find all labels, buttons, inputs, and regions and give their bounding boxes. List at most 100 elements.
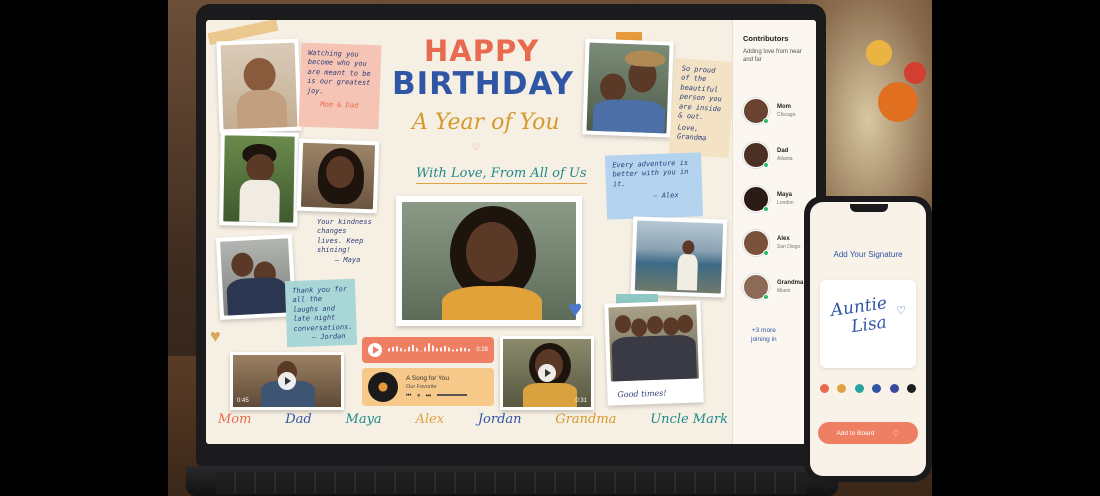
contributor-item[interactable]: Grandma Miami xyxy=(743,274,803,300)
note-signature: Mom & Dad xyxy=(320,100,359,110)
note-grandma[interactable]: So proud of the beautiful person you are… xyxy=(668,58,736,158)
color-swatch-blue[interactable] xyxy=(872,384,882,393)
contributor-location: San Diego xyxy=(777,244,801,250)
signature-pad[interactable]: Auntie Lisa ♡ xyxy=(820,280,916,368)
title-birthday: BIRTHDAY xyxy=(392,66,574,102)
avatar xyxy=(743,98,769,124)
song-player[interactable]: A Song for You Our Favorite ⏮ ⏸ ⏭ xyxy=(362,368,494,406)
song-subtitle: Our Favorite xyxy=(406,383,437,390)
contributors-subtitle: Adding love from near and far xyxy=(743,49,802,64)
photo-caption: Good times! xyxy=(617,388,667,400)
waveform xyxy=(388,343,471,352)
laptop: Watching you become who you are meant to… xyxy=(196,4,826,466)
more-contributors-link[interactable]: +3 more joining in xyxy=(751,326,777,344)
note-alex[interactable]: Every adventure is better with you in it… xyxy=(604,152,704,220)
phone-notch xyxy=(850,204,888,212)
title-with-love: With Love, From All of Us xyxy=(416,166,587,184)
play-icon[interactable] xyxy=(368,343,382,357)
contributor-item[interactable]: Dad Atlanta xyxy=(743,142,793,168)
photo-baby[interactable] xyxy=(216,38,302,134)
avatar xyxy=(743,230,769,256)
note-text: So proud of the beautiful person you are… xyxy=(678,64,723,122)
online-indicator xyxy=(763,294,769,300)
contributor-item[interactable]: Mom Chicago xyxy=(743,98,795,124)
add-to-board-button[interactable]: Add to Board ♡ xyxy=(818,422,918,444)
signature-maya: Maya xyxy=(345,412,382,427)
contributor-name: Maya xyxy=(777,192,793,198)
note-signature: Love, Grandma xyxy=(676,122,707,143)
photo-woman[interactable] xyxy=(296,138,380,214)
phone-screen: Add Your Signature Auntie Lisa ♡ Add to … xyxy=(810,202,926,476)
laptop-keyboard xyxy=(186,466,838,496)
note-text: Your kindness changes lives. Keep shinin… xyxy=(317,218,372,255)
contributor-location: Atlanta xyxy=(777,156,793,162)
video-duration: 0:31 xyxy=(575,398,587,404)
note-text: Thank you for all the laughs and late ni… xyxy=(292,285,353,333)
title-year-of-you: A Year of You xyxy=(412,110,560,135)
contributor-item[interactable]: Alex San Diego xyxy=(743,230,800,256)
heart-icon: ♡ xyxy=(472,142,481,152)
note-maya[interactable]: Your kindness changes lives. Keep shinin… xyxy=(310,212,380,272)
contributor-location: Chicago xyxy=(777,112,796,118)
contributor-name: Grandma xyxy=(777,280,804,286)
photo-toddler[interactable] xyxy=(219,131,299,227)
signature-mom: Mom xyxy=(218,412,252,427)
contributor-name: Mom xyxy=(777,104,791,110)
flower-decoration xyxy=(878,82,918,122)
song-title: A Song for You xyxy=(406,374,450,382)
photo-grandma[interactable] xyxy=(582,38,674,138)
birthday-board: Watching you become who you are meant to… xyxy=(206,20,736,444)
contributor-name: Alex xyxy=(777,236,790,242)
note-text: Every adventure is better with you in it… xyxy=(612,158,689,189)
phone: Add Your Signature Auntie Lisa ♡ Add to … xyxy=(804,196,932,482)
photo-group[interactable]: Good times! xyxy=(604,300,704,406)
video-duration: 0:45 xyxy=(237,398,249,404)
video-friend[interactable]: 0:31 xyxy=(500,336,594,410)
color-swatch-orange[interactable] xyxy=(837,384,847,393)
signature-dad: Dad xyxy=(285,412,312,427)
playback-controls[interactable]: ⏮ ⏸ ⏭ xyxy=(406,393,467,400)
signature-jordan: Jordan xyxy=(477,412,522,427)
contributor-location: Miami xyxy=(777,288,791,294)
contributor-location: London xyxy=(777,200,794,206)
photo-coast[interactable] xyxy=(630,216,728,298)
audio-duration: 0:28 xyxy=(476,347,488,353)
photo-couple[interactable] xyxy=(215,234,297,320)
signature-drawing: Auntie Lisa xyxy=(829,293,889,337)
color-palette xyxy=(820,384,916,393)
signature-alex: Alex xyxy=(415,412,445,427)
note-parents[interactable]: Watching you become who you are meant to… xyxy=(298,42,382,130)
note-text: Watching you become who you are meant to… xyxy=(306,48,371,96)
flower-decoration xyxy=(904,62,926,84)
flower-decoration xyxy=(866,40,892,66)
voice-message-player[interactable]: 0:28 xyxy=(362,337,494,363)
contributors-title: Contributors xyxy=(743,34,789,43)
heart-icon: ♡ xyxy=(892,428,900,438)
avatar xyxy=(743,186,769,212)
laptop-screen: Watching you become who you are meant to… xyxy=(206,20,816,444)
play-icon[interactable] xyxy=(538,364,556,382)
signature-grandma: Grandma xyxy=(555,412,617,427)
online-indicator xyxy=(763,250,769,256)
contributor-item[interactable]: Maya London xyxy=(743,186,794,212)
note-jordan[interactable]: Thank you for all the laughs and late ni… xyxy=(284,278,358,348)
color-swatch-teal[interactable] xyxy=(854,384,864,393)
heart-icon: ♥ xyxy=(568,296,583,323)
color-swatch-black[interactable] xyxy=(906,384,916,393)
note-signature: – Maya xyxy=(335,255,361,264)
signature-uncle-mark: Uncle Mark xyxy=(650,412,728,427)
avatar xyxy=(743,142,769,168)
video-dad[interactable]: 0:45 xyxy=(230,352,344,410)
play-icon[interactable] xyxy=(278,372,296,390)
add-to-board-label: Add to Board xyxy=(836,429,875,437)
online-indicator xyxy=(763,118,769,124)
online-indicator xyxy=(763,206,769,212)
title-happy: HAPPY xyxy=(424,34,540,68)
note-signature: – Alex xyxy=(653,191,679,201)
contributor-name: Dad xyxy=(777,148,789,154)
color-swatch-indigo[interactable] xyxy=(889,384,899,393)
avatar xyxy=(743,274,769,300)
photo-main[interactable] xyxy=(396,196,582,326)
heart-icon: ♡ xyxy=(896,305,906,317)
color-swatch-red[interactable] xyxy=(820,384,829,393)
